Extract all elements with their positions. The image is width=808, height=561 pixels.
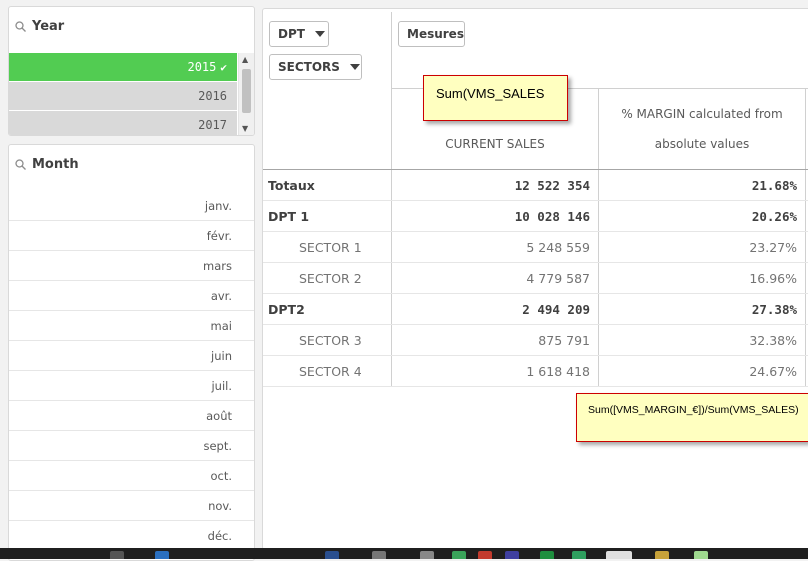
year-filter-header[interactable]: Year: [15, 19, 64, 34]
month-item[interactable]: oct.: [9, 461, 254, 491]
sectors-dimension-button[interactable]: SECTORS: [269, 54, 362, 80]
table-row-sector: SECTOR 4 1 618 418 24.67%: [263, 356, 808, 387]
taskbar-app-icon[interactable]: [452, 551, 466, 559]
taskbar-app-icon[interactable]: [155, 551, 169, 559]
taskbar-app-icon[interactable]: [478, 551, 492, 559]
row-label: SECTOR 3: [299, 332, 362, 348]
sales-formula-note: Sum(VMS_SALES: [423, 75, 568, 121]
taskbar-app-icon[interactable]: [110, 551, 124, 559]
scroll-thumb[interactable]: [242, 69, 251, 113]
row-label: SECTOR 1: [299, 239, 362, 255]
sales-value: 10 028 146: [514, 208, 590, 224]
search-icon: [15, 159, 26, 170]
column-header-current-sales[interactable]: CURRENT SALES: [392, 137, 598, 151]
column-header-margin-line1[interactable]: % MARGIN calculated from: [599, 107, 805, 121]
taskbar-app-icon[interactable]: [325, 551, 339, 559]
taskbar-app-icon-active[interactable]: [606, 551, 632, 559]
month-filter-header[interactable]: Month: [15, 157, 79, 172]
table-row-sector: SECTOR 3 875 791 32.38%: [263, 325, 808, 356]
year-item-2017[interactable]: 2017: [9, 111, 237, 135]
margin-value: 23.27%: [749, 239, 797, 255]
taskbar-app-icon[interactable]: [694, 551, 708, 559]
row-label: SECTOR 4: [299, 363, 362, 379]
margin-value: 16.96%: [749, 270, 797, 286]
sales-value: 5 248 559: [526, 239, 590, 255]
caret-down-icon: [349, 64, 360, 70]
month-item[interactable]: mai: [9, 311, 254, 341]
table-row-sector: SECTOR 2 4 779 587 16.96%: [263, 263, 808, 294]
month-item[interactable]: déc.: [9, 521, 254, 551]
scroll-up-icon[interactable]: ▲: [242, 55, 248, 64]
sales-value: 2 494 209: [522, 301, 590, 317]
month-item[interactable]: août: [9, 401, 254, 431]
month-item[interactable]: janv.: [9, 191, 254, 221]
month-item[interactable]: sept.: [9, 431, 254, 461]
year-scrollbar[interactable]: ▲ ▼: [238, 53, 254, 135]
dpt-dimension-label: DPT: [278, 27, 305, 41]
month-item[interactable]: avr.: [9, 281, 254, 311]
column-header-margin-line2[interactable]: absolute values: [599, 137, 805, 151]
row-label: DPT2: [268, 301, 305, 317]
year-filter-title: Year: [32, 19, 65, 34]
month-item[interactable]: juil.: [9, 371, 254, 401]
table-row-dpt[interactable]: DPT 1 10 028 146 20.26%: [263, 201, 808, 232]
year-item-2015[interactable]: 2015 ✔: [9, 53, 237, 82]
sales-value: 1 618 418: [526, 363, 590, 379]
margin-value: 21.68%: [751, 177, 797, 193]
year-list: 2015 ✔ 2016 2017: [9, 53, 237, 135]
table-row-sector: SECTOR 1 5 248 559 23.27%: [263, 232, 808, 263]
taskbar-app-icon[interactable]: [540, 551, 554, 559]
taskbar-app-icon[interactable]: [372, 551, 386, 559]
year-filter-panel: Year 2015 ✔ 2016 2017 ▲ ▼: [8, 6, 255, 136]
row-label: Totaux: [268, 177, 315, 193]
taskbar-app-icon[interactable]: [655, 551, 669, 559]
sales-value: 12 522 354: [514, 177, 590, 193]
sales-value: 4 779 587: [526, 270, 590, 286]
month-item[interactable]: juin: [9, 341, 254, 371]
sales-value: 875 791: [538, 332, 590, 348]
month-list: janv. févr. mars avr. mai juin juil. aoû…: [9, 191, 254, 551]
checkmark-icon: ✔: [220, 60, 227, 74]
row-label: DPT 1: [268, 208, 310, 224]
table-row-dpt[interactable]: DPT2 2 494 209 27.38%: [263, 294, 808, 325]
taskbar-app-icon[interactable]: [420, 551, 434, 559]
measures-label: Mesures: [407, 27, 464, 41]
sectors-dimension-label: SECTORS: [278, 60, 340, 74]
taskbar-app-icon[interactable]: [505, 551, 519, 559]
dpt-dimension-button[interactable]: DPT: [269, 21, 329, 47]
caret-down-icon: [314, 31, 325, 37]
month-item[interactable]: févr.: [9, 221, 254, 251]
taskbar-app-icon[interactable]: [572, 551, 586, 559]
margin-value: 27.38%: [751, 301, 797, 317]
month-filter-title: Month: [32, 157, 79, 172]
month-item[interactable]: nov.: [9, 491, 254, 521]
scroll-down-icon[interactable]: ▼: [242, 124, 248, 133]
year-item-2016[interactable]: 2016: [9, 82, 237, 111]
month-filter-panel: Month janv. févr. mars avr. mai juin jui…: [8, 144, 255, 561]
margin-value: 20.26%: [751, 208, 797, 224]
row-label: SECTOR 2: [299, 270, 362, 286]
margin-value: 32.38%: [749, 332, 797, 348]
margin-value: 24.67%: [749, 363, 797, 379]
margin-formula-note: Sum([VMS_MARGIN_€])/Sum(VMS_SALES): [576, 393, 808, 442]
search-icon: [15, 21, 26, 32]
table-row-totals: Totaux 12 522 354 21.68%: [263, 170, 808, 201]
taskbar: [0, 548, 808, 559]
month-item[interactable]: mars: [9, 251, 254, 281]
measures-button[interactable]: Mesures: [398, 21, 465, 47]
